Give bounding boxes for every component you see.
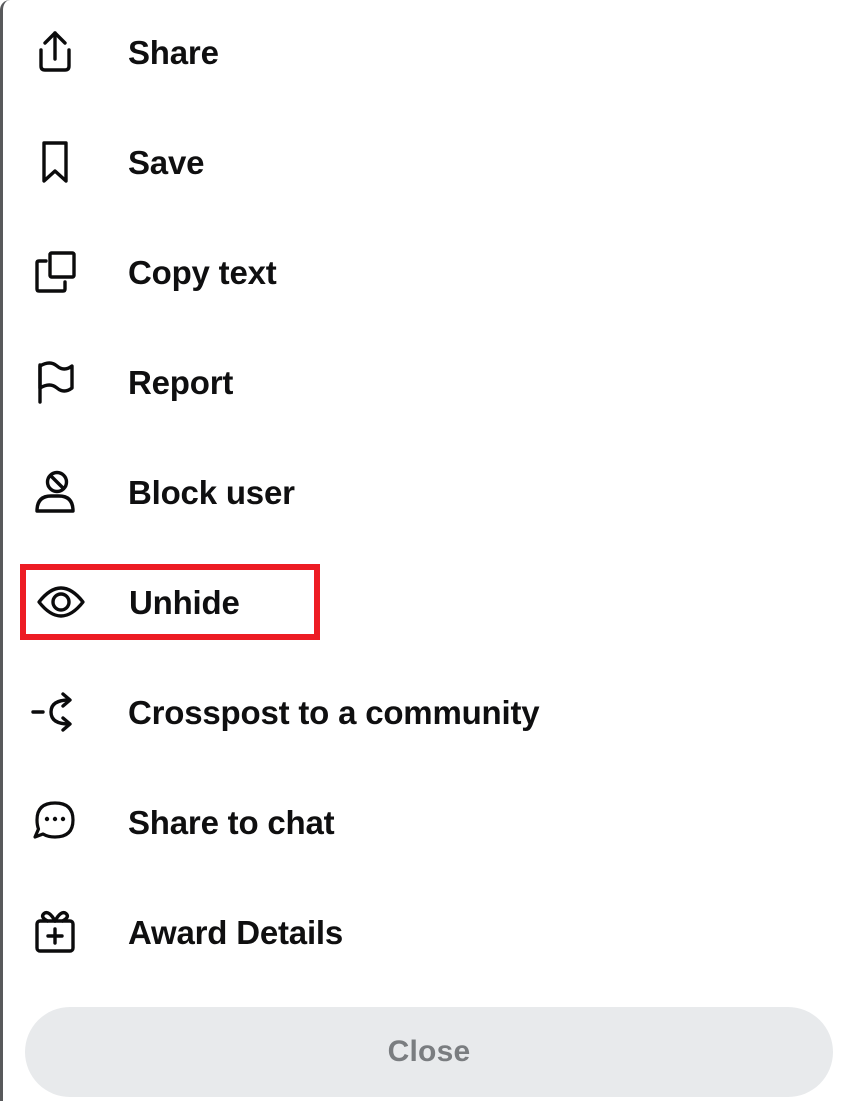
menu-item-label: Award Details: [128, 913, 344, 951]
menu-item-label: Crosspost to a community: [128, 693, 540, 731]
menu-item-share[interactable]: Share: [3, 14, 852, 90]
menu-item-crosspost[interactable]: Crosspost to a community: [3, 674, 852, 750]
chat-bubble-icon: [25, 792, 85, 852]
menu-item-copy-text[interactable]: Copy text: [3, 234, 852, 310]
menu-item-label: Copy text: [128, 253, 277, 291]
close-button[interactable]: Close: [25, 1007, 833, 1097]
menu-item-unhide[interactable]: Unhide: [20, 564, 320, 640]
menu-item-report[interactable]: Report: [3, 344, 852, 420]
gift-icon: [25, 902, 85, 962]
menu-list: Share Save Copy text Report Block user U…: [3, 0, 852, 1004]
menu-item-label: Report: [128, 363, 234, 401]
copy-icon: [25, 242, 85, 302]
action-sheet: Share Save Copy text Report Block user U…: [0, 0, 852, 1101]
menu-item-award-details[interactable]: Award Details: [3, 894, 852, 970]
menu-item-label: Unhide: [129, 583, 240, 621]
eye-icon: [31, 572, 91, 632]
bookmark-icon: [25, 132, 85, 192]
menu-item-label: Share to chat: [128, 803, 335, 841]
flag-icon: [25, 352, 85, 412]
menu-item-label: Block user: [128, 473, 295, 511]
crosspost-icon: [25, 682, 85, 742]
menu-item-save[interactable]: Save: [3, 124, 852, 200]
menu-item-label: Save: [128, 143, 205, 181]
menu-item-share-to-chat[interactable]: Share to chat: [3, 784, 852, 860]
menu-item-label: Share: [128, 33, 219, 71]
share-icon: [25, 22, 85, 82]
block-user-icon: [25, 462, 85, 522]
menu-item-block-user[interactable]: Block user: [3, 454, 852, 530]
